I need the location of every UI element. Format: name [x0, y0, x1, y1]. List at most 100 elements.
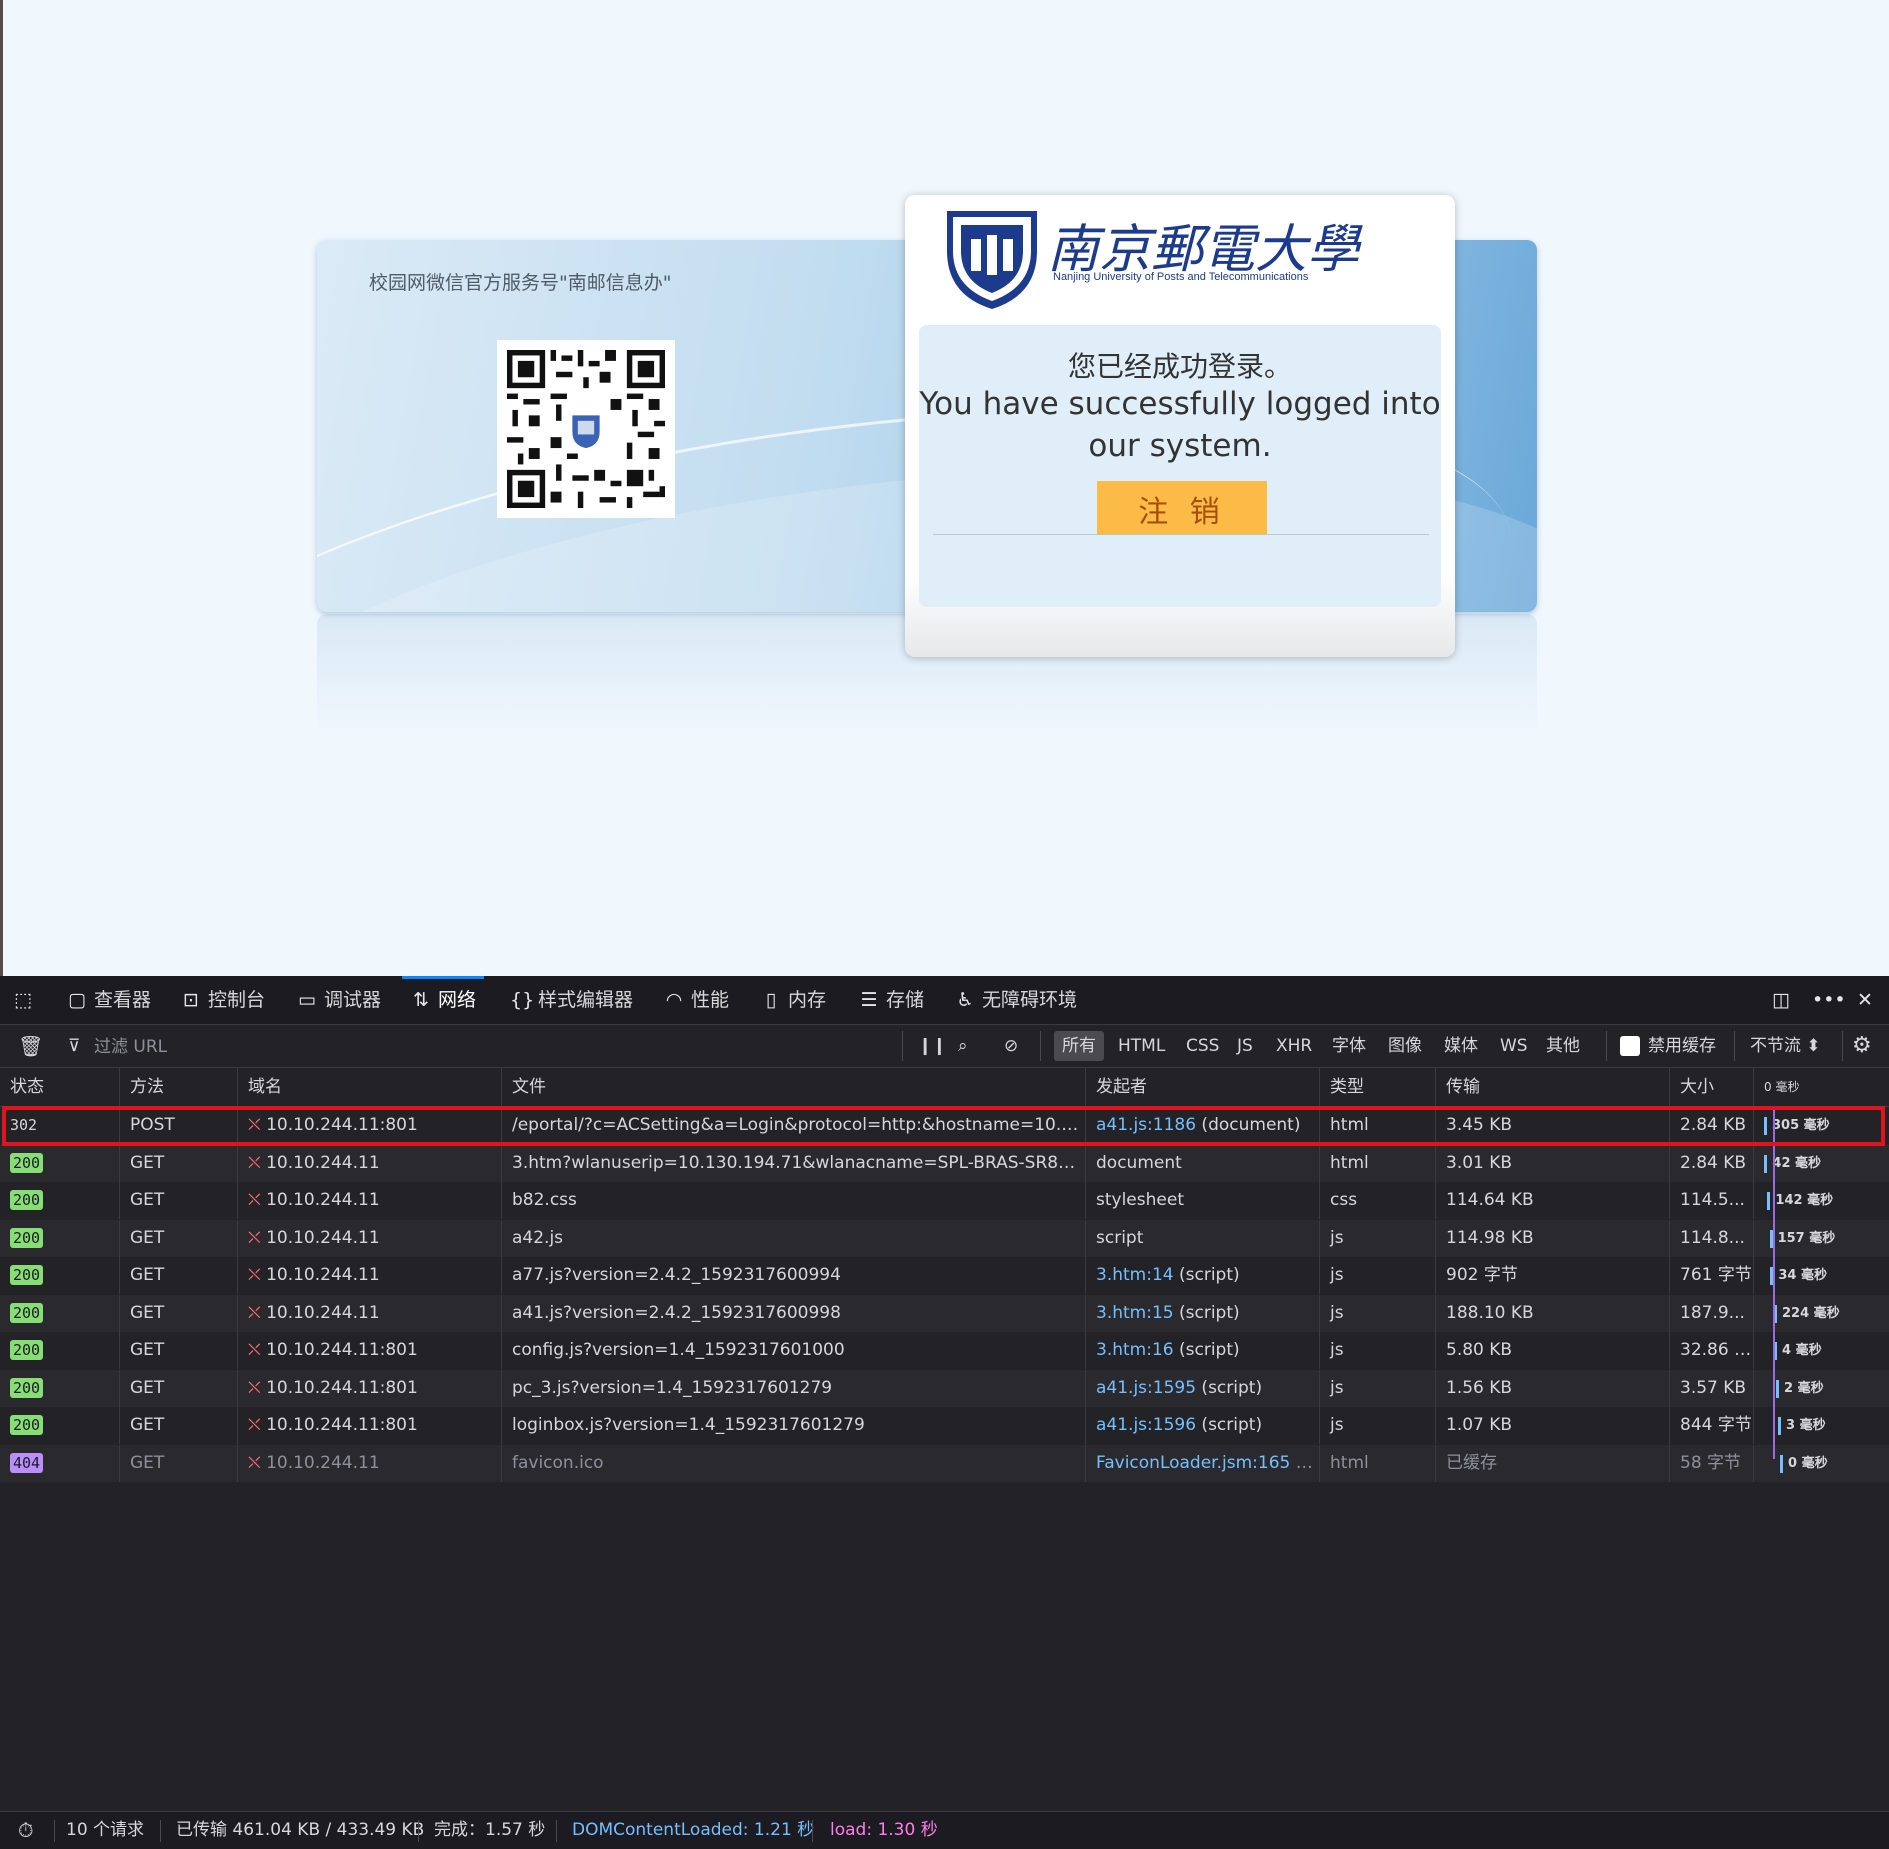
dock-button[interactable]: ◫: [1770, 976, 1798, 1024]
filter-type-media[interactable]: 媒体: [1444, 1025, 1478, 1067]
tab-memory[interactable]: ▯ 内存: [760, 976, 826, 1024]
domain-cell: ⛌ 10.10.244.11:801: [238, 1332, 502, 1369]
column-initiator[interactable]: 发起者: [1086, 1068, 1320, 1106]
request-row[interactable]: 200 GET ⛌ 10.10.244.11 3.htm?wlanuserip=10.…: [0, 1144, 1889, 1182]
initiator-link[interactable]: 3.htm:14: [1096, 1265, 1174, 1285]
element-picker-button[interactable]: ⬚: [12, 976, 40, 1024]
separator: [902, 1031, 903, 1061]
method-cell: GET: [120, 1144, 238, 1182]
column-status[interactable]: 状态: [0, 1068, 120, 1106]
tab-inspector[interactable]: ▢ 查看器: [66, 976, 151, 1024]
insecure-lock-icon: ⛌: [248, 1340, 267, 1360]
size-cell: 3.57 KB: [1670, 1369, 1754, 1407]
waterfall-time-label: 42 毫秒: [1772, 1155, 1822, 1171]
request-row[interactable]: 200 GET ⛌ 10.10.244.11 a42.js script js 114.98…: [0, 1219, 1889, 1257]
initiator-link[interactable]: a41.js:1595: [1096, 1378, 1196, 1398]
search-icon: ⌕: [958, 1036, 968, 1056]
finish-time: 完成：1.57 秒: [434, 1820, 546, 1840]
type-cell: js: [1320, 1219, 1436, 1257]
filter-type-js[interactable]: JS: [1237, 1025, 1253, 1067]
column-domain[interactable]: 域名: [238, 1068, 502, 1106]
column-transferred[interactable]: 传输: [1436, 1068, 1670, 1106]
settings-button[interactable]: ⚙: [1852, 1025, 1872, 1067]
domain-text: 10.10.244.11: [266, 1190, 380, 1210]
close-devtools-button[interactable]: ✕: [1854, 976, 1882, 1024]
file-cell: 3.htm?wlanuserip=10.130.194.71&wlanacnam…: [502, 1144, 1086, 1182]
filter-type-html[interactable]: HTML: [1118, 1025, 1165, 1067]
domain-cell: ⛌ 10.10.244.11:801: [238, 1369, 502, 1407]
method-cell: GET: [120, 1219, 238, 1257]
tab-console[interactable]: ⊡ 控制台: [180, 976, 265, 1024]
type-cell: js: [1320, 1294, 1436, 1332]
initiator-link[interactable]: a41.js:1186: [1096, 1115, 1196, 1135]
timer-icon: ⏱: [18, 1818, 34, 1842]
column-method[interactable]: 方法: [120, 1068, 238, 1106]
request-list: 302 POST ⛌ 10.10.244.11:801/eportal/?c=ACS…: [0, 1107, 1889, 1482]
initiator-link[interactable]: 3.htm:15: [1096, 1303, 1174, 1323]
method-cell: GET: [120, 1369, 238, 1407]
tab-debugger[interactable]: ▭ 调试器: [296, 976, 381, 1024]
tab-label: 网络: [438, 989, 477, 1011]
domain-cell: ⛌ 10.10.244.11: [238, 1144, 502, 1182]
initiator-link[interactable]: FaviconLoader.jsm:165 (i...: [1096, 1453, 1319, 1473]
column-size[interactable]: 大小: [1670, 1068, 1754, 1106]
size-cell: 32.86 KB: [1670, 1332, 1754, 1369]
initiator-link[interactable]: a41.js:1596: [1096, 1415, 1196, 1435]
request-row[interactable]: 302 POST ⛌ 10.10.244.11:801/eportal/?c=ACS…: [0, 1107, 1889, 1145]
request-row[interactable]: 200 GET ⛌ 10.10.244.11 a41.js?version=2.4.2…: [0, 1294, 1889, 1332]
tab-performance[interactable]: ◠ 性能: [663, 976, 729, 1024]
network-toolbar: 🗑 ⊽ ❙❙ ⌕ ⊘ 所有 HTML CSS JS XHR 字体 图像 媒体 W…: [0, 1025, 1889, 1068]
tab-network[interactable]: ⇅ 网络: [402, 976, 485, 1024]
disable-cache-checkbox[interactable]: [1620, 1036, 1640, 1056]
clear-button[interactable]: 🗑: [18, 1025, 43, 1067]
filter-type-css[interactable]: CSS: [1186, 1025, 1219, 1067]
column-file[interactable]: 文件: [502, 1068, 1086, 1106]
debugger-icon: ▭: [298, 989, 316, 1011]
tab-storage[interactable]: ☰ 存储: [858, 976, 924, 1024]
filter-type-ws[interactable]: WS: [1500, 1025, 1528, 1067]
search-button[interactable]: ⌕: [958, 1025, 968, 1067]
throttle-select[interactable]: 不节流 ⬍: [1750, 1025, 1821, 1067]
type-cell: js: [1320, 1369, 1436, 1407]
logout-button[interactable]: 注 销: [1097, 481, 1267, 535]
console-icon: ⊡: [183, 989, 199, 1011]
status-cell: 302: [0, 1107, 120, 1144]
column-waterfall[interactable]: 0 毫秒: [1754, 1068, 1889, 1106]
initiator-link[interactable]: 3.htm:16: [1096, 1340, 1174, 1360]
request-row[interactable]: 200 GET ⛌ 10.10.244.11 b82.css stylesheet css…: [0, 1182, 1889, 1220]
initiator-cell: FaviconLoader.jsm:165 (i...: [1086, 1444, 1320, 1482]
status-cell: 200: [0, 1182, 120, 1219]
filter-type-xhr[interactable]: XHR: [1276, 1025, 1312, 1067]
tab-style-editor[interactable]: {} 样式编辑器: [510, 976, 633, 1024]
request-row[interactable]: 200 GET ⛌ 10.10.244.11:801 loginbox.js?vers…: [0, 1407, 1889, 1445]
tab-label: 性能: [691, 989, 730, 1011]
request-row[interactable]: 404 GET ⛌ 10.10.244.11 favicon.ico FaviconLo…: [0, 1444, 1889, 1482]
request-row[interactable]: 200 GET ⛌ 10.10.244.11:801 pc_3.js?version=…: [0, 1369, 1889, 1407]
request-count: 10 个请求: [66, 1820, 145, 1840]
status-badge: 200: [10, 1415, 44, 1435]
more-button[interactable]: •••: [1812, 976, 1846, 1024]
transferred-cell: 1.07 KB: [1436, 1407, 1670, 1444]
pause-button[interactable]: ❙❙: [918, 1025, 947, 1067]
status-cell: 200: [0, 1219, 120, 1257]
filter-type-other[interactable]: 其他: [1546, 1025, 1580, 1067]
size-cell: 2.84 KB: [1670, 1107, 1754, 1144]
column-type[interactable]: 类型: [1320, 1068, 1436, 1106]
initiator-text: document: [1096, 1152, 1182, 1173]
filter-type-images[interactable]: 图像: [1388, 1025, 1422, 1067]
type-cell: html: [1320, 1144, 1436, 1182]
file-cell: /eportal/?c=ACSetting&a=Login&protocol=h…: [502, 1107, 1086, 1144]
type-cell: js: [1320, 1332, 1436, 1369]
status-cell: 200: [0, 1332, 120, 1369]
insecure-lock-icon: ⛌: [248, 1115, 267, 1135]
domain-text: 10.10.244.11:801: [266, 1415, 418, 1435]
filter-type-all[interactable]: 所有: [1054, 1031, 1104, 1061]
tab-accessibility[interactable]: ♿ 无障碍环境: [954, 976, 1077, 1024]
request-row[interactable]: 200 GET ⛌ 10.10.244.11:801 config.js?versio…: [0, 1332, 1889, 1370]
initiator-cell: 3.htm:15 (script): [1086, 1294, 1320, 1332]
insecure-lock-icon: ⛌: [248, 1415, 267, 1435]
request-row[interactable]: 200 GET ⛌ 10.10.244.11 a77.js?version=2.4.2…: [0, 1257, 1889, 1295]
filter-url-input[interactable]: [92, 1033, 316, 1061]
filter-type-font[interactable]: 字体: [1332, 1025, 1366, 1067]
block-button[interactable]: ⊘: [1004, 1025, 1018, 1067]
